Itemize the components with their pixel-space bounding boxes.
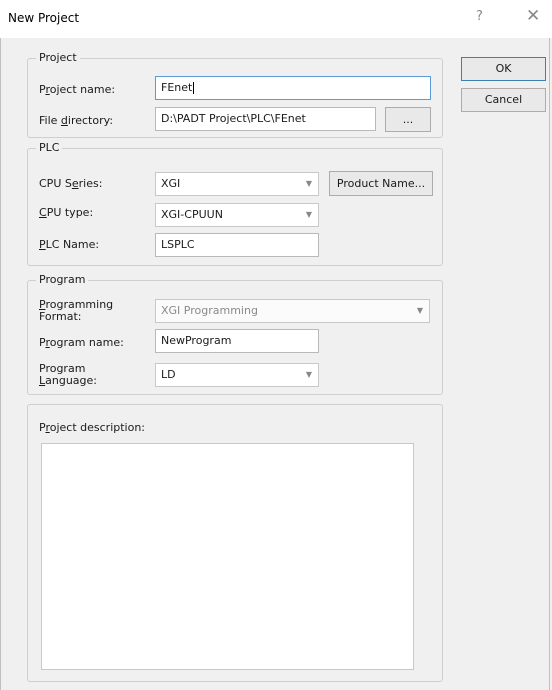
plc-name-label: PLC Name: xyxy=(39,238,100,251)
program-language-select[interactable]: LD ▼ xyxy=(155,363,319,387)
title-bar: New Project ? ✕ xyxy=(0,0,552,38)
program-group: Program Programming Format: XGI Programmi… xyxy=(27,273,443,395)
project-group-legend: Project xyxy=(36,51,80,64)
programming-format-label: Programming Format: xyxy=(39,298,114,323)
programming-format-value: XGI Programming xyxy=(161,304,258,317)
file-directory-label: File directory: xyxy=(39,114,114,127)
product-name-button[interactable]: Product Name... xyxy=(329,171,433,196)
chevron-down-icon: ▼ xyxy=(305,179,312,188)
ok-button[interactable]: OK xyxy=(461,57,546,81)
plc-group: PLC CPU Series: XGI ▼ Product Name... CP… xyxy=(27,141,443,266)
project-description-label: Project description: xyxy=(39,421,146,434)
ok-button-label: OK xyxy=(495,62,512,75)
plc-name-value: LSPLC xyxy=(161,238,195,251)
plc-name-input[interactable]: LSPLC xyxy=(155,233,319,257)
project-group: Project Project name: FEnet File directo… xyxy=(27,51,443,138)
cpu-series-value: XGI xyxy=(161,177,181,190)
cpu-type-value: XGI-CPUUN xyxy=(161,208,223,221)
program-name-label: Program name: xyxy=(39,336,124,349)
program-name-value: NewProgram xyxy=(161,334,232,347)
cancel-button-label: Cancel xyxy=(484,93,523,106)
project-name-value: FEnet xyxy=(161,81,193,94)
program-group-legend: Program xyxy=(36,273,89,286)
text-caret xyxy=(193,82,195,94)
cpu-series-select[interactable]: XGI ▼ xyxy=(155,172,319,196)
product-name-button-label: Product Name... xyxy=(336,177,426,190)
browse-button-label: ... xyxy=(402,113,414,126)
project-name-label: Project name: xyxy=(39,83,116,96)
cancel-button[interactable]: Cancel xyxy=(461,88,546,112)
close-icon[interactable]: ✕ xyxy=(526,6,540,26)
chevron-down-icon: ▼ xyxy=(305,210,312,219)
file-directory-input[interactable]: D:\PADT Project\PLC\FEnet xyxy=(155,107,376,131)
cpu-series-label: CPU Series: xyxy=(39,177,103,190)
chevron-down-icon: ▼ xyxy=(416,306,423,315)
program-language-label: Program Language: xyxy=(39,362,98,387)
chevron-down-icon: ▼ xyxy=(305,370,312,379)
program-name-input[interactable]: NewProgram xyxy=(155,329,319,353)
project-description-textarea[interactable] xyxy=(41,443,414,670)
file-directory-value: D:\PADT Project\PLC\FEnet xyxy=(161,112,306,125)
window-title: New Project xyxy=(8,11,80,25)
description-group: Project description: xyxy=(27,404,443,682)
browse-button[interactable]: ... xyxy=(385,107,431,132)
plc-group-legend: PLC xyxy=(36,141,63,154)
program-language-value: LD xyxy=(161,368,176,381)
help-icon[interactable]: ? xyxy=(476,9,483,24)
dialog-client: Project Project name: FEnet File directo… xyxy=(0,38,550,690)
cpu-type-select[interactable]: XGI-CPUUN ▼ xyxy=(155,203,319,227)
project-name-input[interactable]: FEnet xyxy=(155,76,431,100)
programming-format-select[interactable]: XGI Programming ▼ xyxy=(155,299,430,323)
cpu-type-label: CPU type: xyxy=(39,206,94,219)
